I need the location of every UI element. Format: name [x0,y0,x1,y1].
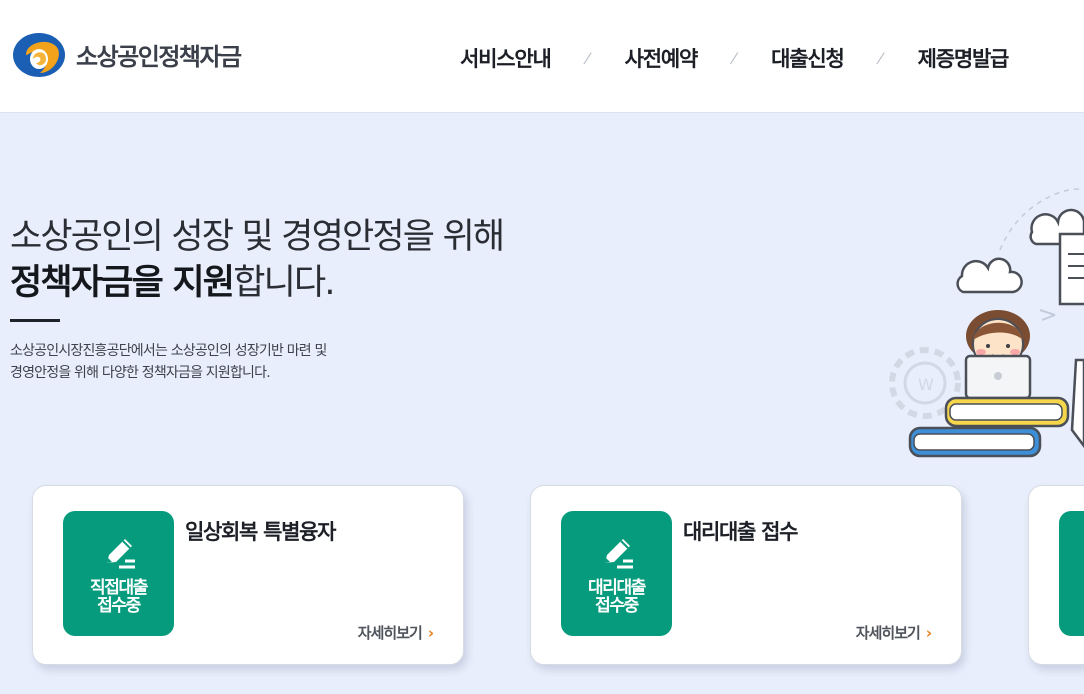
site-logo[interactable]: 소상공인정책자금 [12,28,242,80]
nav-pre-reservation[interactable]: 사전예약 [625,43,699,73]
main-nav: 서비스안내 ⁄ 사전예약 ⁄ 대출신청 ⁄ 제증명발급 [460,40,1010,76]
loan-card-agency-loan[interactable]: 대리대출 접수중 대리대출 접수 자세히보기 › [530,485,962,665]
badge-line2: 접수중 [595,596,639,616]
swirl-logo-icon [13,33,65,77]
pencil-icon [107,539,135,569]
hero-divider [10,319,60,322]
card-title: 대리대출 접수 [683,520,798,544]
hero-title-line1: 소상공인의 성장 및 경영안정을 위해 [10,217,505,257]
nav-separator: ⁄ [879,48,882,68]
nav-separator: ⁄ [732,48,736,68]
hero-description: 소상공인시장진흥공단에서는 소상공인의 성장기반 마련 및 경영안정을 위해 다… [10,340,440,384]
nav-service-info[interactable]: 서비스안내 [460,43,552,73]
hero-title-rest: 합니다. [233,263,335,303]
badge-text: 직접대출 접수중 [63,579,174,615]
more-link[interactable]: 자세히보기 › [855,622,932,643]
status-badge [1059,511,1084,636]
hero-illustration: W [889,188,1084,458]
badge-text: 대리대출 접수중 [561,579,672,615]
hero-desc-line2: 경영안정을 위해 다양한 정책자금을 지원합니다. [10,365,271,381]
pencil-icon [605,539,633,569]
hero-title-line2: 정책자금을 지원합니다. [10,260,503,306]
status-badge: 대리대출 접수중 [561,511,672,636]
hero-title-strong: 정책자금을 지원 [10,263,235,303]
more-link[interactable]: 자세히보기 › [357,622,434,643]
logo-text: 소상공인정책자금 [76,42,242,71]
more-label: 자세히보기 [855,624,921,642]
svg-text:W: W [918,375,934,394]
hero-desc-line1: 소상공인시장진흥공단에서는 소상공인의 성장기반 마련 및 [10,343,327,359]
status-badge: 직접대출 접수중 [63,511,174,636]
loan-card-partial[interactable] [1028,485,1084,665]
chevron-right-icon: › [427,624,434,642]
site-header: 소상공인정책자금 서비스안내 ⁄ 사전예약 ⁄ 대출신청 ⁄ 제증명발급 [0,0,1084,112]
nav-certificate-issuance[interactable]: 제증명발급 [918,43,1010,73]
hero-title: 소상공인의 성장 및 경영안정을 위해 정책자금을 지원합니다. [10,214,505,306]
loan-card-daily-recovery[interactable]: 직접대출 접수중 일상회복 특별융자 자세히보기 › [32,485,464,665]
nav-separator: ⁄ [586,48,589,68]
chevron-right-icon: › [925,624,932,642]
badge-line1: 대리대출 [588,578,646,598]
more-label: 자세히보기 [357,624,423,642]
badge-line2: 접수중 [97,596,141,616]
badge-line1: 직접대출 [90,578,148,598]
card-title: 일상회복 특별융자 [185,520,336,544]
nav-loan-application[interactable]: 대출신청 [771,43,845,73]
